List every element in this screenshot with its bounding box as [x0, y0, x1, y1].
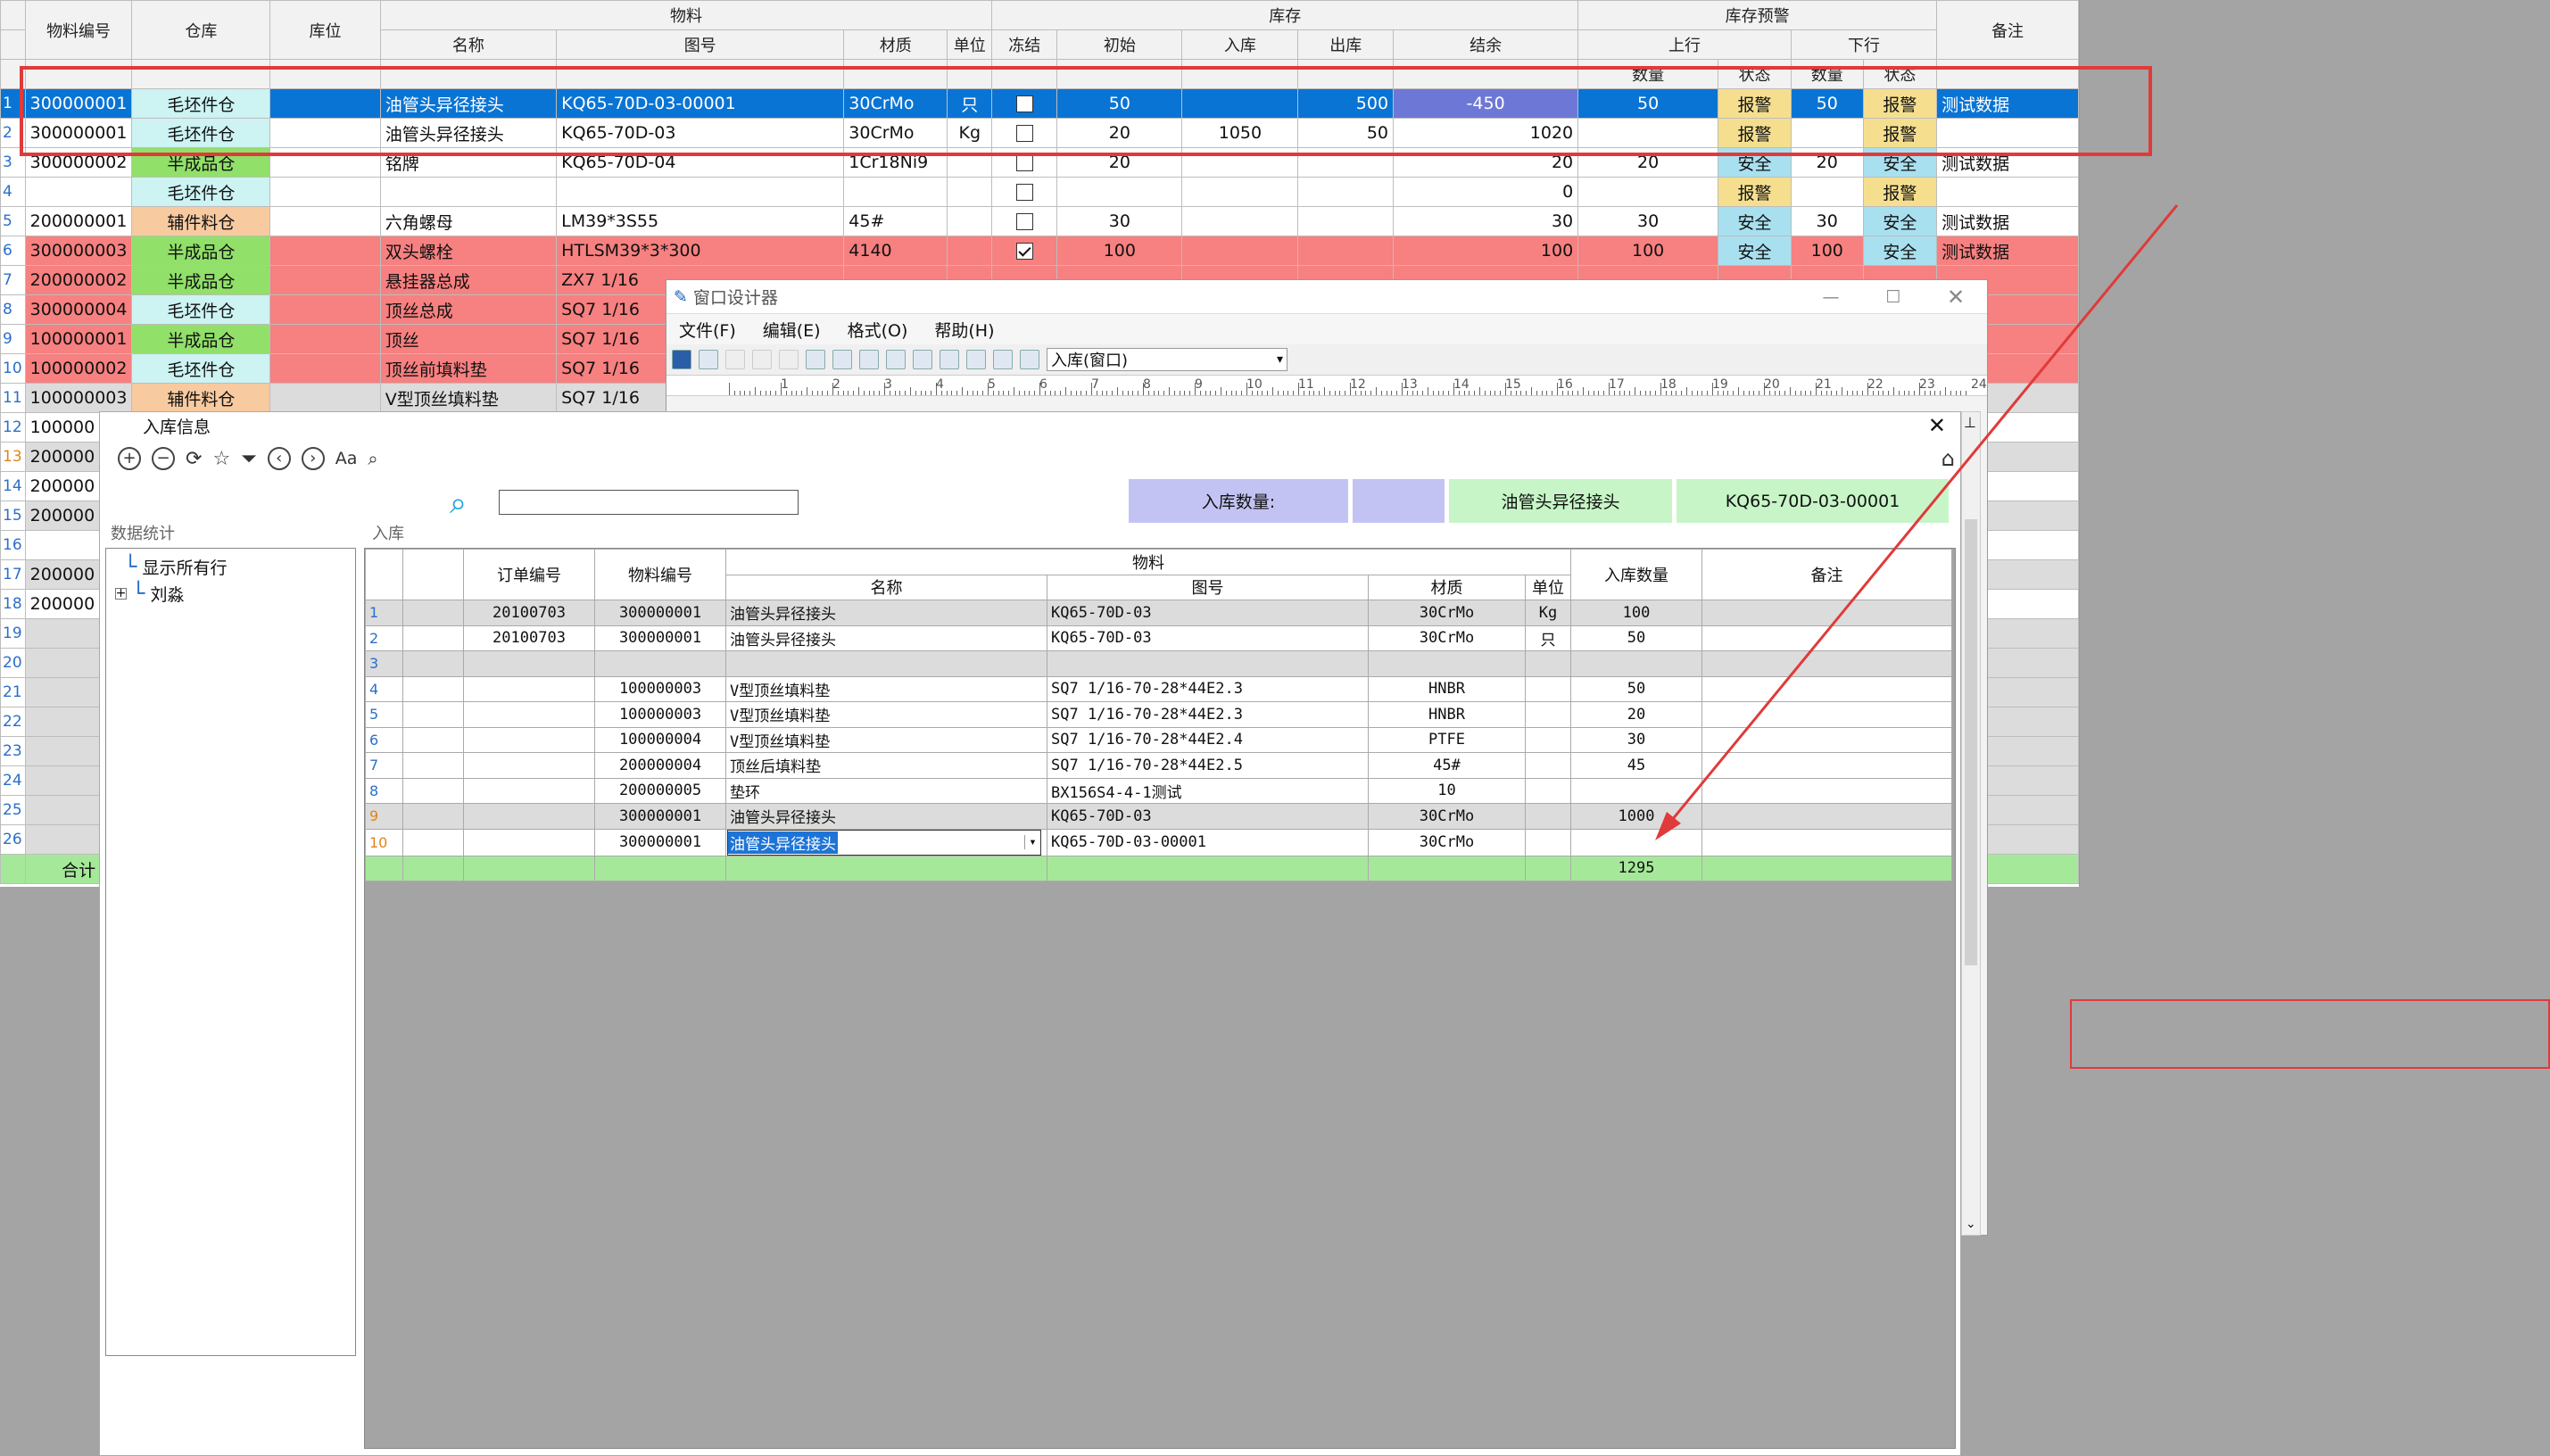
annotation-arrow [1655, 204, 2179, 840]
